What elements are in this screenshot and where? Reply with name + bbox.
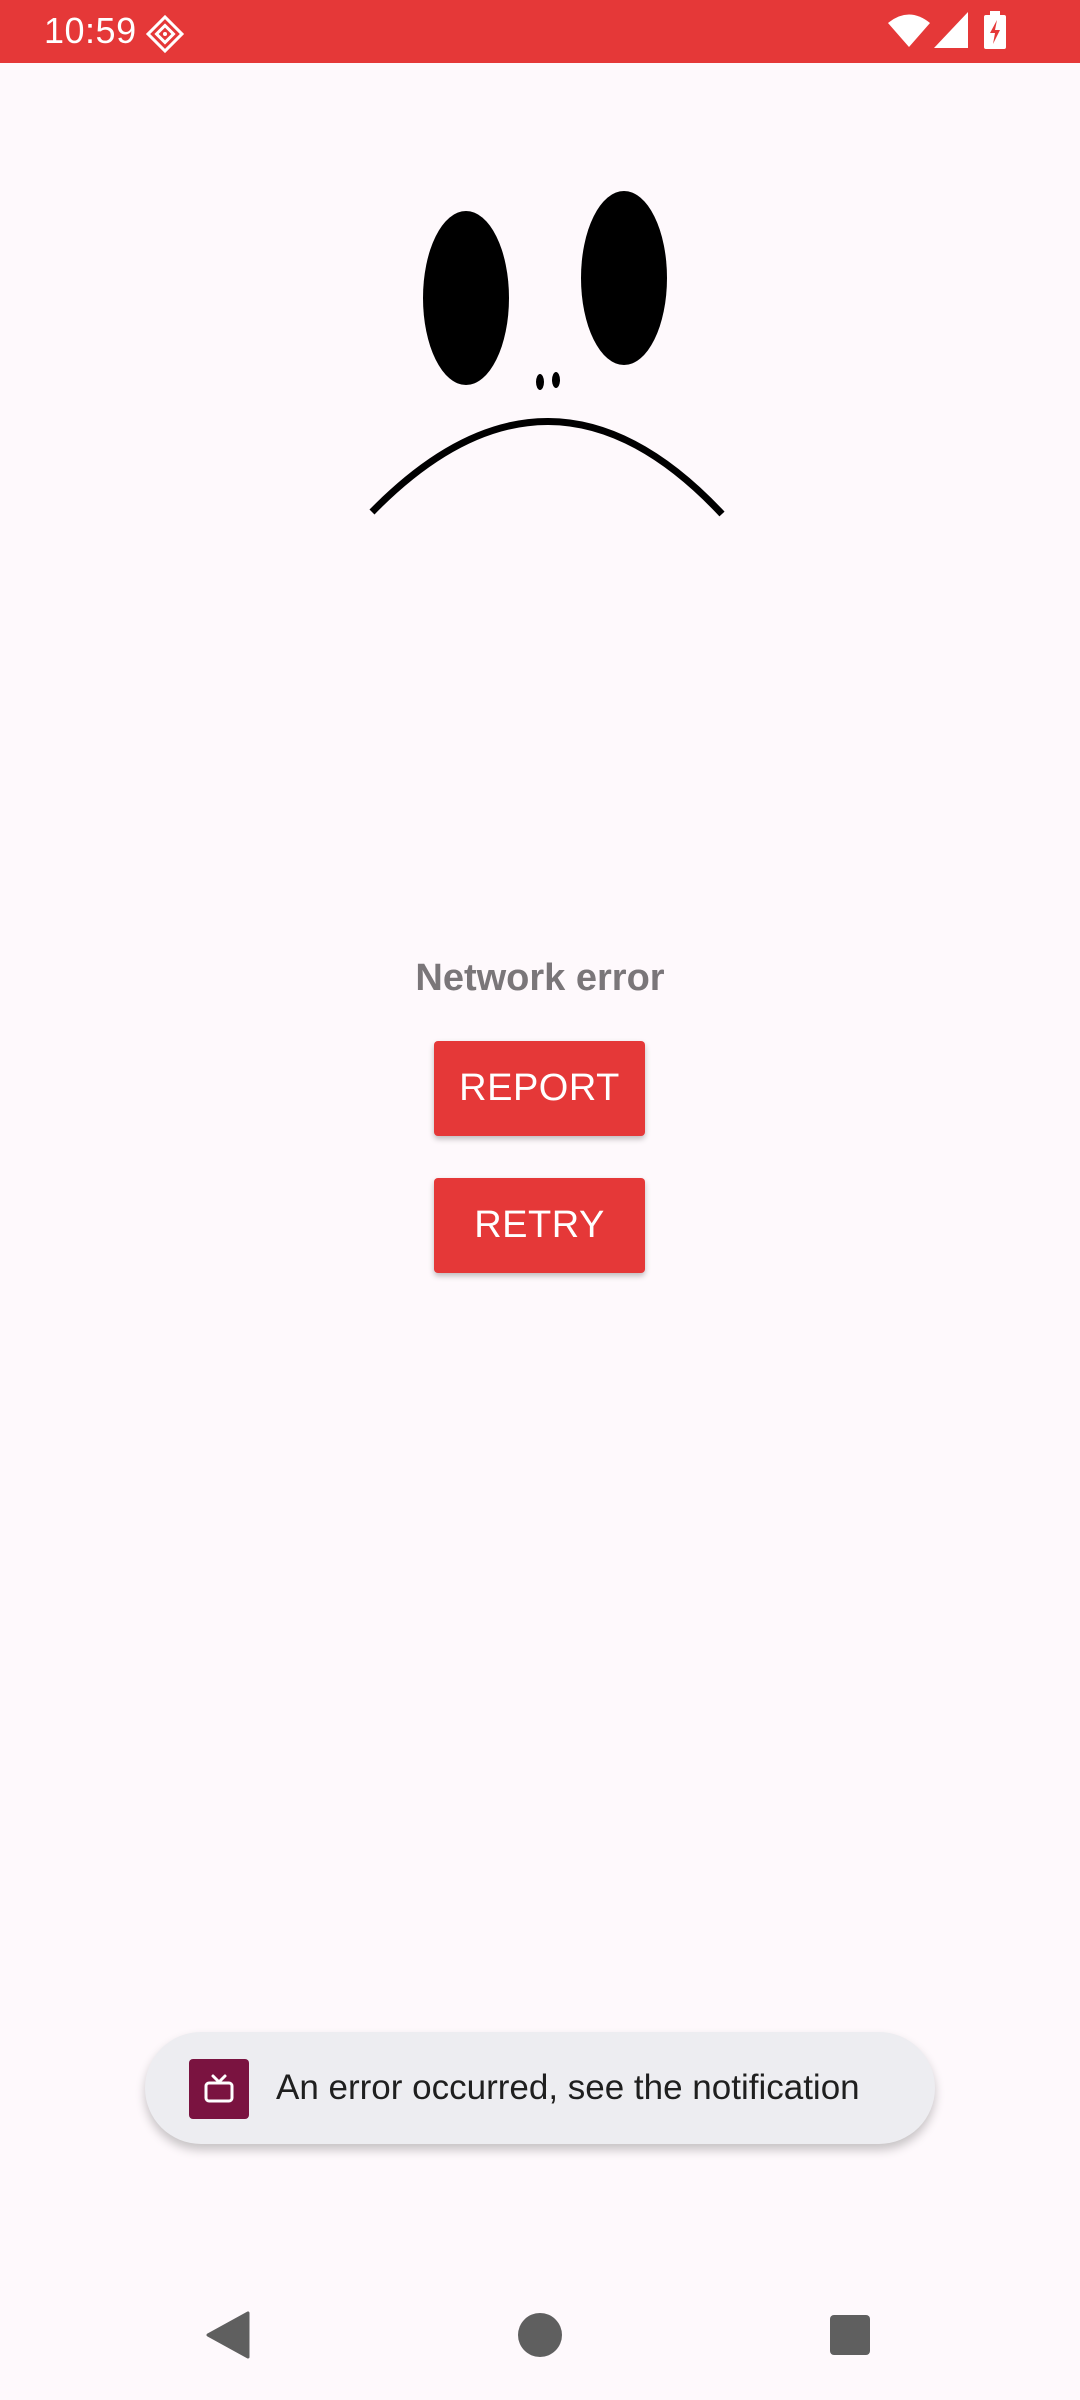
nav-back-button[interactable] (168, 2285, 288, 2385)
error-title: Network error (415, 957, 665, 999)
toast-text: An error occurred, see the notification (276, 2068, 860, 2107)
nose-right-dot (552, 372, 560, 388)
status-time: 10:59 (44, 10, 137, 51)
status-bar: 10:59 (0, 0, 1080, 63)
back-icon (206, 2311, 250, 2359)
signal-icon (934, 12, 968, 48)
left-eye (423, 211, 509, 385)
right-eye (581, 191, 667, 365)
nav-recents-button[interactable] (790, 2285, 910, 2385)
nav-home-button[interactable] (480, 2285, 600, 2385)
toast-message: An error occurred, see the notification (145, 2032, 935, 2144)
battery-charging-icon (984, 11, 1006, 49)
frown-mouth (369, 418, 725, 517)
report-button[interactable]: REPORT (434, 1041, 645, 1136)
sad-face-illustration (369, 191, 725, 517)
nose-left-dot (536, 374, 544, 390)
recents-icon (830, 2315, 870, 2355)
app-icon (189, 2059, 249, 2119)
wifi-icon (888, 14, 930, 47)
app-notification-icon (145, 14, 185, 54)
tv-icon (204, 2074, 234, 2103)
navigation-bar (0, 2285, 1080, 2400)
retry-button[interactable]: RETRY (434, 1178, 645, 1273)
home-icon (518, 2313, 562, 2357)
